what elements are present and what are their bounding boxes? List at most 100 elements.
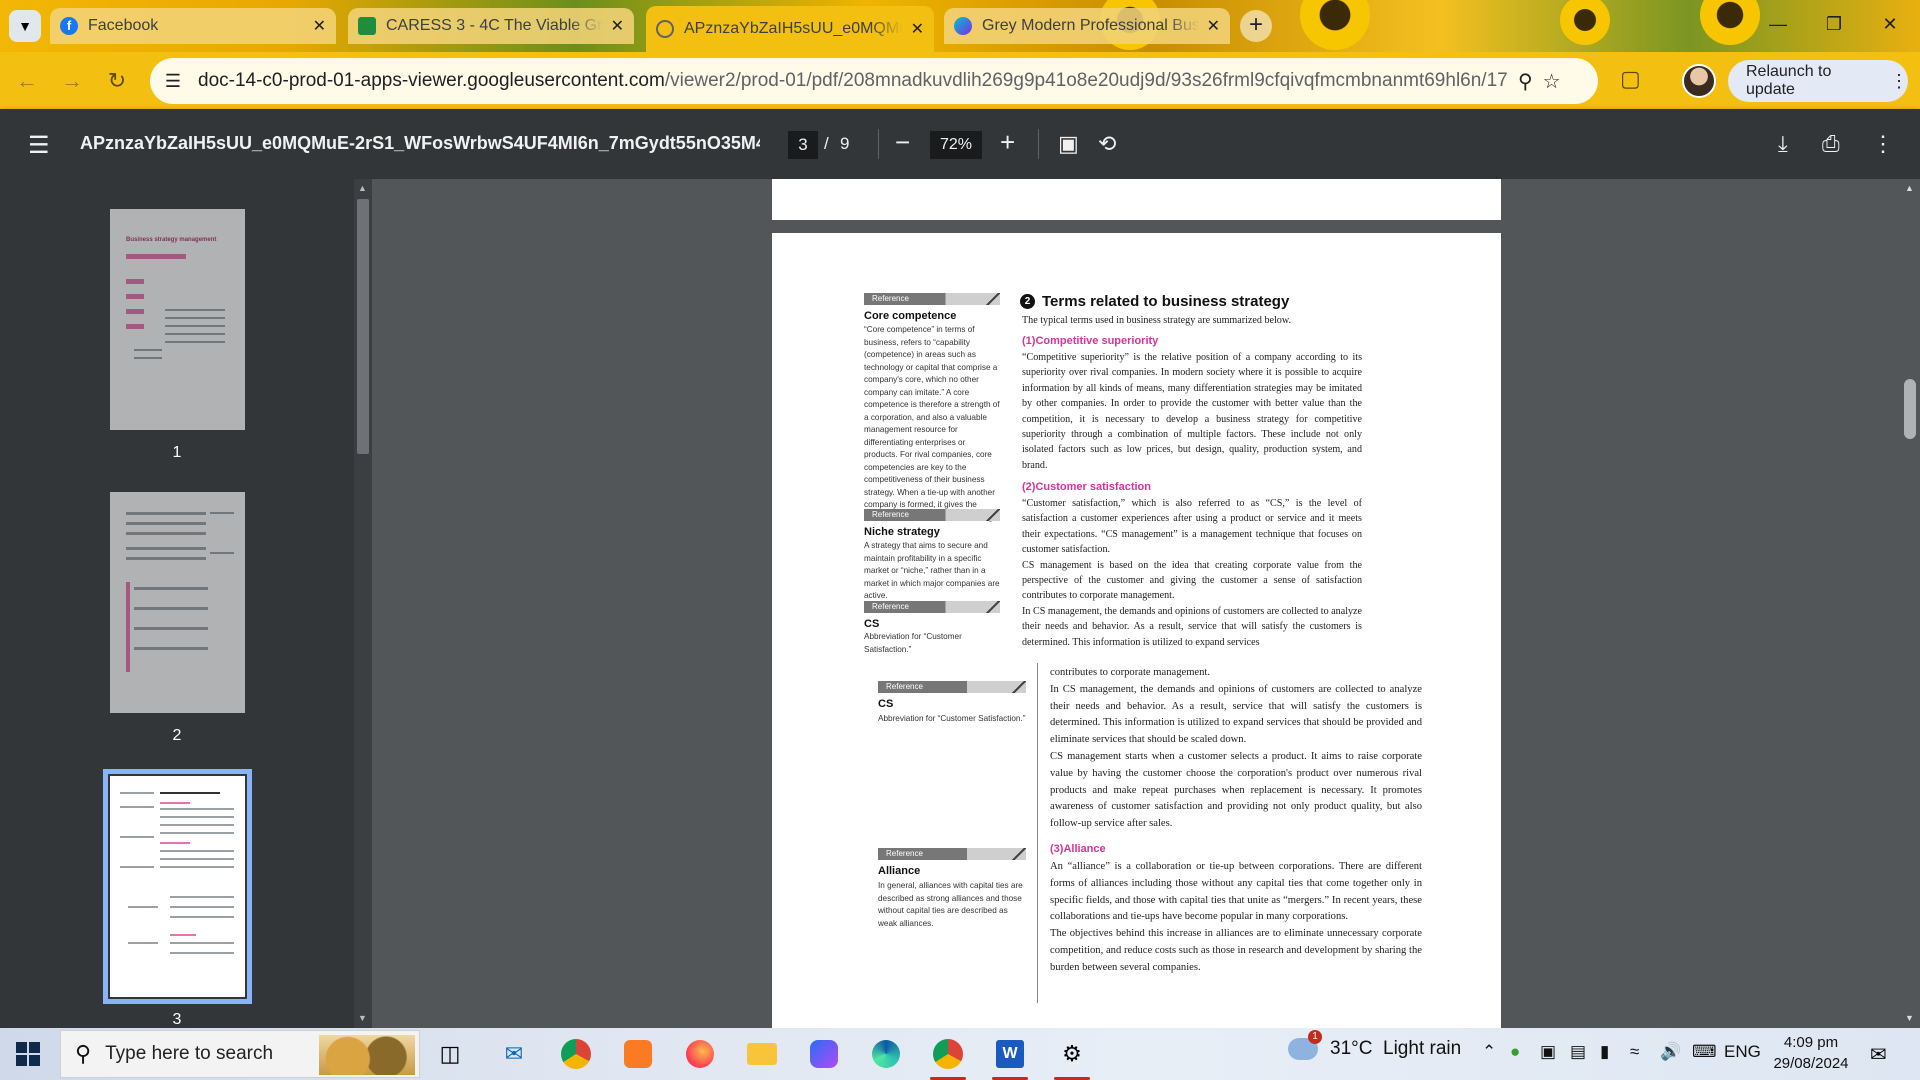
paragraph-line: In CS management, the demands and opinio…: [1050, 683, 1422, 746]
chrome-profile-icon[interactable]: [928, 1034, 968, 1074]
display-icon[interactable]: ▤: [1570, 1042, 1586, 1062]
battery-icon[interactable]: ▮: [1600, 1042, 1609, 1062]
windows-taskbar: ⚲ Type here to search ◫ ✉ W ⚙ 31°C Light…: [0, 1028, 1920, 1080]
taskbar-search[interactable]: ⚲ Type here to search: [60, 1030, 420, 1078]
reference-text: Abbreviation for “Customer Satisfaction.…: [864, 632, 962, 654]
scrollbar-thumb[interactable]: [1904, 379, 1916, 439]
forward-button[interactable]: →: [55, 64, 89, 98]
xampp-icon[interactable]: [618, 1034, 658, 1074]
chevron-down-icon: ▼: [18, 18, 32, 34]
edge-icon[interactable]: [866, 1034, 906, 1074]
search-icon: ⚲: [75, 1041, 92, 1066]
classroom-icon: [358, 17, 376, 35]
reference-header: Reference: [878, 681, 1026, 693]
profile-avatar[interactable]: [1682, 64, 1716, 98]
sidebar-scrollbar[interactable]: ▲ ▼: [354, 179, 372, 1028]
chevron-up-icon[interactable]: ⌃: [1482, 1042, 1496, 1062]
reload-button[interactable]: ↻: [100, 64, 134, 98]
reference-title: CS: [864, 618, 880, 630]
tab-canva[interactable]: Grey Modern Professional Busi ✕: [944, 8, 1230, 44]
restore-button[interactable]: ❐: [1806, 0, 1862, 48]
minimize-button[interactable]: —: [1750, 0, 1806, 48]
reference-title: Core competence: [864, 310, 957, 322]
extensions-icon[interactable]: ▢: [1620, 66, 1641, 92]
settings-gear-icon[interactable]: ⚙: [1052, 1034, 1092, 1074]
task-view-icon[interactable]: ◫: [430, 1034, 470, 1074]
thumbnail-label: 2: [172, 727, 182, 744]
kebab-menu-icon[interactable]: ⋮: [1890, 71, 1908, 92]
keyboard-icon[interactable]: ⌨: [1692, 1042, 1717, 1062]
url-text[interactable]: doc-14-c0-prod-01-apps-viewer.googleuser…: [198, 70, 1508, 92]
zoom-icon[interactable]: ⚲: [1518, 69, 1533, 94]
close-tab-icon[interactable]: ✕: [1207, 16, 1220, 36]
scroll-up-arrow[interactable]: ▲: [1905, 183, 1914, 193]
thumbnail-heading: Business strategy management: [126, 237, 217, 243]
meet-now-icon[interactable]: ▣: [1540, 1042, 1556, 1062]
reference-text: “Core competence” in terms of business, …: [864, 325, 1000, 522]
reference-title: Niche strategy: [864, 526, 940, 538]
scroll-up-arrow[interactable]: ▲: [358, 183, 367, 193]
bookmark-star-icon[interactable]: ☆: [1543, 69, 1561, 94]
file-explorer-icon[interactable]: [742, 1034, 782, 1074]
close-tab-icon[interactable]: ✕: [313, 16, 326, 36]
relaunch-button[interactable]: Relaunch to update ⋮: [1728, 60, 1908, 102]
volume-icon[interactable]: 🔊: [1660, 1042, 1681, 1062]
thumbnail-page-3[interactable]: [103, 769, 252, 1004]
weather-widget[interactable]: 31°C Light rain: [1288, 1030, 1461, 1060]
thumbnail-page-2[interactable]: [110, 492, 245, 713]
tab-title: Facebook: [88, 17, 159, 34]
paragraph: “Customer satisfaction,” which is also r…: [1022, 496, 1362, 650]
download-icon[interactable]: ⤓: [1778, 131, 1788, 157]
reference-text: Abbreviation for “Customer Satisfaction.…: [878, 714, 1026, 723]
copilot-icon[interactable]: [804, 1034, 844, 1074]
paragraph-line: “Customer satisfaction,” which is also r…: [1022, 498, 1362, 556]
tab-facebook[interactable]: f Facebook ✕: [50, 8, 336, 44]
tab-pdf-active[interactable]: APznzaYbZaIH5sUU_e0MQMuE ✕: [646, 6, 934, 52]
site-info-icon[interactable]: ☰: [156, 64, 190, 98]
close-tab-icon[interactable]: ✕: [611, 16, 624, 36]
chrome-icon[interactable]: [556, 1034, 596, 1074]
scroll-down-arrow[interactable]: ▼: [1905, 1013, 1914, 1023]
page-number-input[interactable]: 3: [788, 131, 818, 159]
page-separator: /: [824, 134, 829, 153]
scroll-down-arrow[interactable]: ▼: [358, 1013, 367, 1023]
word-icon[interactable]: W: [990, 1034, 1030, 1074]
zoom-in-button[interactable]: +: [1000, 127, 1015, 157]
section-heading: 2 Terms related to business strategy: [1020, 293, 1289, 310]
print-icon[interactable]: ⎙: [1822, 131, 1840, 157]
language-indicator[interactable]: ENG: [1724, 1042, 1761, 1062]
tab-search-button[interactable]: ▼: [9, 10, 41, 42]
windows-start-icon[interactable]: [16, 1042, 40, 1066]
tab-caress[interactable]: CARESS 3 - 4C The Viable Grad ✕: [348, 8, 634, 44]
close-window-button[interactable]: ✕: [1862, 0, 1918, 48]
search-highlight-image: [319, 1035, 415, 1075]
paragraph-line: In CS management, the demands and opinio…: [1022, 605, 1362, 648]
address-bar[interactable]: ☰ doc-14-c0-prod-01-apps-viewer.googleus…: [150, 58, 1598, 104]
viewer-scrollbar[interactable]: ▲ ▼: [1900, 179, 1920, 1028]
firefox-icon[interactable]: [680, 1034, 720, 1074]
tab-title: CARESS 3 - 4C The Viable Grad: [386, 17, 603, 34]
more-options-icon[interactable]: ⋮: [1872, 131, 1894, 157]
subsection-title: (3)Alliance: [1050, 843, 1106, 855]
scrollbar-thumb[interactable]: [357, 199, 369, 454]
clock[interactable]: 4:09 pm 29/08/2024: [1766, 1032, 1856, 1074]
tray-app-icon[interactable]: ●: [1510, 1042, 1520, 1062]
zoom-input[interactable]: 72%: [930, 131, 982, 159]
wifi-icon[interactable]: ≈: [1630, 1042, 1639, 1062]
zoom-out-button[interactable]: −: [895, 127, 910, 157]
close-tab-icon[interactable]: ✕: [911, 19, 924, 39]
relaunch-label: Relaunch to update: [1746, 63, 1832, 98]
browser-toolbar: ← → ↻ ☰ doc-14-c0-prod-01-apps-viewer.go…: [0, 52, 1920, 109]
back-button[interactable]: ←: [10, 64, 44, 98]
thumbnail-page-1[interactable]: Business strategy management: [110, 209, 245, 430]
fit-page-icon[interactable]: ▣: [1058, 131, 1079, 157]
clock-time: 4:09 pm: [1783, 1034, 1839, 1051]
mail-icon[interactable]: ✉: [494, 1034, 534, 1074]
hamburger-menu-icon[interactable]: ☰: [28, 131, 50, 160]
subsection-title: (2)Customer satisfaction: [1022, 481, 1151, 493]
rotate-icon[interactable]: ⟲: [1098, 131, 1116, 157]
new-tab-button[interactable]: +: [1240, 10, 1272, 42]
notification-center-icon[interactable]: ✉: [1870, 1042, 1887, 1067]
paragraph-line: CS management starts when a customer sel…: [1050, 750, 1422, 830]
thumbnail-label: 3: [172, 1011, 182, 1028]
